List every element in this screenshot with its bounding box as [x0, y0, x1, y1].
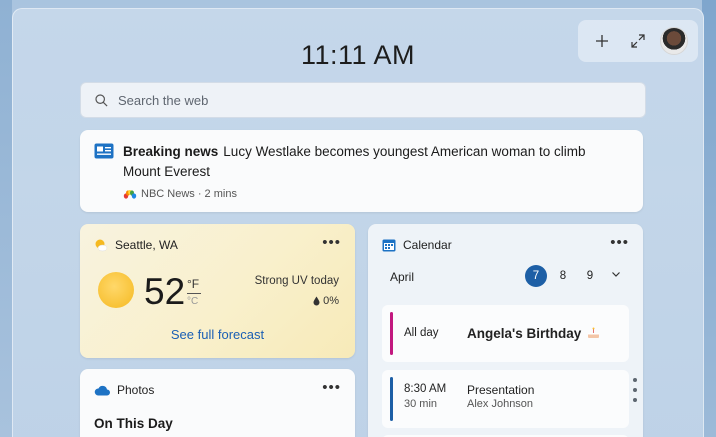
photos-widget[interactable]: Photos ••• On This Day	[80, 369, 355, 437]
full-forecast-link[interactable]: See full forecast	[80, 327, 355, 342]
expand-icon	[631, 34, 645, 48]
event-time: All day	[404, 327, 439, 339]
calendar-icon	[382, 239, 396, 252]
event-title-text: Angela's Birthday	[467, 326, 582, 341]
expand-button[interactable]	[623, 26, 653, 56]
calendar-title: Calendar	[403, 238, 452, 252]
unit-celsius[interactable]: °C	[187, 296, 198, 307]
weather-widget[interactable]: Seattle, WA ••• 52 °F °C Strong UV today…	[80, 224, 355, 358]
event-organizer: Alex Johnson	[467, 398, 534, 410]
event-title: Presentation	[467, 383, 535, 397]
temperature-value: 52	[144, 271, 186, 312]
sunny-icon	[98, 272, 134, 308]
plus-icon	[596, 35, 608, 47]
event-accent-bar	[390, 377, 393, 421]
drag-dot	[633, 388, 637, 392]
event-duration: 30 min	[404, 398, 438, 410]
unit-divider	[187, 293, 201, 294]
board-toolbar	[578, 20, 698, 62]
partly-sunny-icon	[95, 239, 108, 252]
precipitation-value: 0%	[323, 295, 339, 307]
day-7-button[interactable]: 7	[525, 265, 547, 287]
precipitation: 0%	[313, 295, 339, 307]
chevron-down-icon[interactable]	[611, 269, 621, 279]
weather-header: Seattle, WA	[94, 238, 178, 252]
photos-header: Photos	[94, 383, 154, 397]
weather-more-button[interactable]: •••	[322, 235, 341, 250]
search-icon	[95, 93, 108, 107]
calendar-header: Calendar	[382, 238, 452, 252]
search-input[interactable]: Search the web	[118, 93, 208, 108]
breaking-news-tag: Breaking news	[123, 144, 219, 159]
photos-title: Photos	[117, 383, 155, 397]
cake-icon	[588, 327, 600, 338]
event-time: 8:30 AM	[404, 383, 447, 395]
avatar	[660, 27, 688, 55]
event-title: Angela's Birthday	[467, 326, 600, 341]
calendar-widget[interactable]: Calendar ••• April 7 8 9 All day Angela'…	[368, 224, 643, 437]
unit-fahrenheit[interactable]: °F	[187, 277, 199, 291]
drag-dot	[633, 378, 637, 382]
profile-button[interactable]	[659, 26, 689, 56]
raindrop-icon	[313, 296, 320, 306]
news-source: NBC News · 2 mins	[123, 188, 237, 200]
photos-subtitle: On This Day	[94, 416, 173, 431]
uv-summary: Strong UV today	[254, 275, 339, 287]
photos-more-button[interactable]: •••	[322, 380, 341, 395]
weather-location: Seattle, WA	[115, 238, 178, 252]
news-card[interactable]: Breaking news Lucy Westlake becomes young…	[80, 130, 643, 212]
day-9-button[interactable]: 9	[579, 265, 601, 287]
event-birthday[interactable]: All day Angela's Birthday	[382, 305, 629, 362]
event-accent-bar	[390, 312, 393, 355]
nbc-logo-icon	[123, 189, 137, 199]
news-icon	[94, 143, 114, 159]
drag-handle[interactable]	[633, 378, 637, 402]
news-source-text: NBC News · 2 mins	[141, 188, 237, 200]
day-8-button[interactable]: 8	[552, 265, 574, 287]
add-widget-button[interactable]	[587, 26, 617, 56]
news-headline-block: Breaking news Lucy Westlake becomes young…	[123, 142, 603, 182]
event-presentation[interactable]: 8:30 AM 30 min Presentation Alex Johnson	[382, 370, 629, 428]
search-box[interactable]: Search the web	[80, 82, 646, 118]
cloud-icon	[94, 385, 110, 395]
drag-dot	[633, 398, 637, 402]
calendar-month: April	[390, 270, 415, 284]
calendar-more-button[interactable]: •••	[610, 235, 629, 250]
